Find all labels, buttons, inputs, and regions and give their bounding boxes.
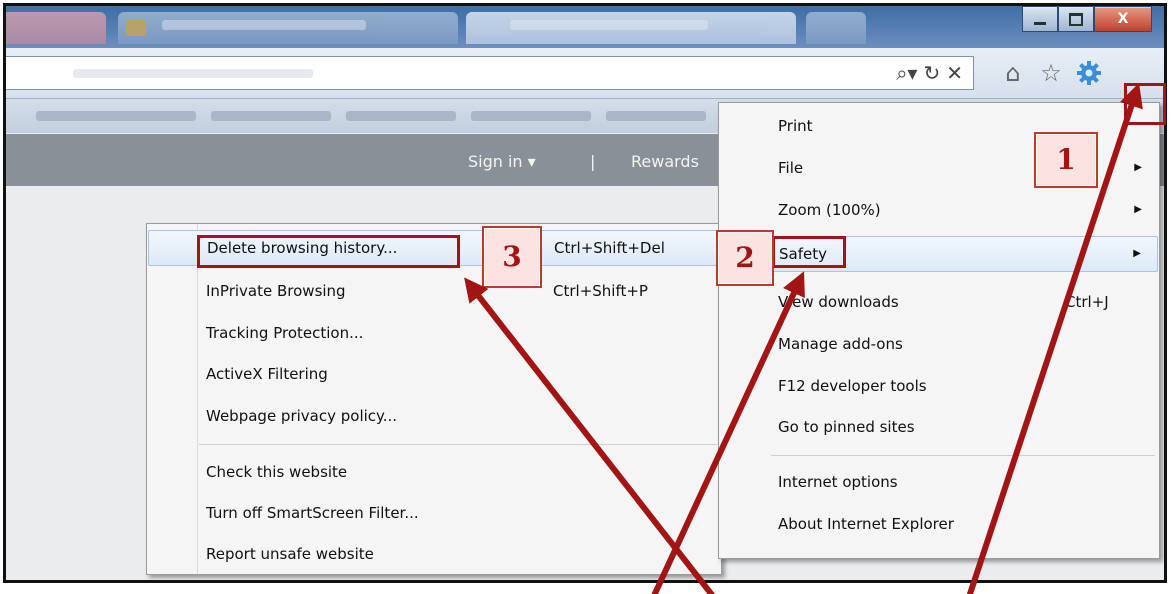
window-controls: X [1022, 6, 1152, 32]
address-row: ⌕▾ ↻ ✕ ⌂ ☆ [6, 48, 1164, 99]
menu-item-go-to-pinned-sites[interactable]: Go to pinned sites [720, 410, 1158, 446]
menu-item-label: Report unsafe website [206, 545, 374, 563]
search-dropdown-icon[interactable]: ⌕▾ [896, 61, 917, 85]
menu-item-label: Webpage privacy policy... [206, 407, 398, 425]
screenshot-frame: X ⌕▾ ↻ ✕ ⌂ ☆ Sign in ▾ | Rewards Delete … [0, 0, 1172, 594]
tools-gear-icon[interactable] [1072, 56, 1106, 90]
highlight-gear-box [1124, 83, 1166, 125]
menu-item-manage-add-ons[interactable]: Manage add-ons [720, 327, 1158, 363]
maximize-button[interactable] [1058, 6, 1094, 32]
menu-item-label: Print [778, 117, 813, 135]
restore-icon [1069, 12, 1083, 26]
safety-submenu: Delete browsing history... Ctrl+Shift+De… [146, 223, 722, 575]
minimize-icon [1034, 21, 1046, 25]
sign-in-link[interactable]: Sign in ▾ [468, 152, 536, 171]
step-1-badge: 1 [1034, 132, 1098, 188]
highlight-safety-box [772, 236, 846, 268]
browser-window: X ⌕▾ ↻ ✕ ⌂ ☆ Sign in ▾ | Rewards Delete … [3, 3, 1167, 583]
menu-item-label: Manage add-ons [778, 335, 903, 353]
menu-item-report-unsafe-website[interactable]: Report unsafe website [148, 537, 720, 573]
menu-item-label: View downloads [778, 293, 899, 311]
menu-item-turn-off-smartscreen[interactable]: Turn off SmartScreen Filter... [148, 496, 720, 532]
tab[interactable] [6, 12, 106, 44]
new-tab-button[interactable] [806, 12, 866, 44]
favorite-link[interactable] [36, 111, 196, 121]
address-text [73, 69, 313, 78]
menu-item-internet-options[interactable]: Internet options [720, 465, 1158, 501]
menu-item-label: Turn off SmartScreen Filter... [206, 504, 419, 522]
menu-item-label: About Internet Explorer [778, 515, 954, 533]
favorite-link[interactable] [606, 111, 706, 121]
submenu-arrow-icon: ▶ [1133, 248, 1141, 259]
menu-item-label: Tracking Protection... [206, 324, 364, 342]
menu-item-label: Go to pinned sites [778, 418, 915, 436]
menu-item-label: InPrivate Browsing [206, 282, 346, 300]
menu-item-inprivate-browsing[interactable]: InPrivate Browsing Ctrl+Shift+P [148, 274, 720, 310]
submenu-arrow-icon: ▶ [1134, 204, 1142, 215]
favorite-link[interactable] [346, 111, 456, 121]
favorite-link[interactable] [471, 111, 591, 121]
menu-item-label: ActiveX Filtering [206, 365, 328, 383]
home-icon[interactable]: ⌂ [996, 56, 1030, 90]
close-button[interactable]: X [1094, 6, 1152, 32]
menu-item-view-downloads[interactable]: View downloads Ctrl+J [720, 285, 1158, 321]
step-3-badge: 3 [482, 226, 542, 288]
step-2-badge: 2 [716, 230, 774, 286]
menu-item-f12-developer-tools[interactable]: F12 developer tools [720, 369, 1158, 405]
close-icon: X [1117, 11, 1129, 27]
address-tools: ⌕▾ ↻ ✕ [896, 61, 963, 85]
menu-item-shortcut: Ctrl+Shift+Del [554, 239, 665, 257]
menu-item-tracking-protection[interactable]: Tracking Protection... [148, 316, 720, 352]
highlight-delete-history-box [197, 235, 460, 268]
menu-item-webpage-privacy-policy[interactable]: Webpage privacy policy... [148, 399, 720, 435]
menu-item-label: F12 developer tools [778, 377, 927, 395]
rewards-link[interactable]: Rewards [631, 152, 699, 171]
menu-item-label: File [778, 159, 804, 177]
submenu-arrow-icon: ▶ [1134, 162, 1142, 173]
menu-item-label: Zoom (100%) [778, 201, 881, 219]
minimize-button[interactable] [1022, 6, 1058, 32]
menu-separator [199, 444, 717, 445]
menu-separator [771, 455, 1155, 456]
favorites-star-icon[interactable]: ☆ [1034, 56, 1068, 90]
tab-favicon-icon [126, 20, 146, 36]
header-separator: | [590, 152, 596, 171]
menu-item-label: Check this website [206, 463, 348, 481]
menu-item-activex-filtering[interactable]: ActiveX Filtering [148, 357, 720, 393]
title-bar: X [6, 6, 1164, 48]
menu-item-about-internet-explorer[interactable]: About Internet Explorer [720, 507, 1158, 543]
menu-item-zoom[interactable]: Zoom (100%) ▶ [720, 193, 1158, 229]
tab-active[interactable] [466, 12, 796, 44]
address-bar[interactable]: ⌕▾ ↻ ✕ [6, 56, 974, 90]
tab[interactable] [118, 12, 458, 44]
favorite-link[interactable] [211, 111, 331, 121]
menu-item-check-this-website[interactable]: Check this website [148, 455, 720, 491]
menu-item-shortcut: Ctrl+J [1065, 293, 1109, 311]
stop-icon[interactable]: ✕ [946, 61, 963, 85]
menu-item-shortcut: Ctrl+Shift+P [553, 282, 648, 300]
menu-item-label: Internet options [778, 473, 898, 491]
refresh-icon[interactable]: ↻ [923, 61, 940, 85]
nav-icons: ⌂ ☆ [996, 56, 1106, 90]
gear-icon-svg [1077, 61, 1101, 85]
